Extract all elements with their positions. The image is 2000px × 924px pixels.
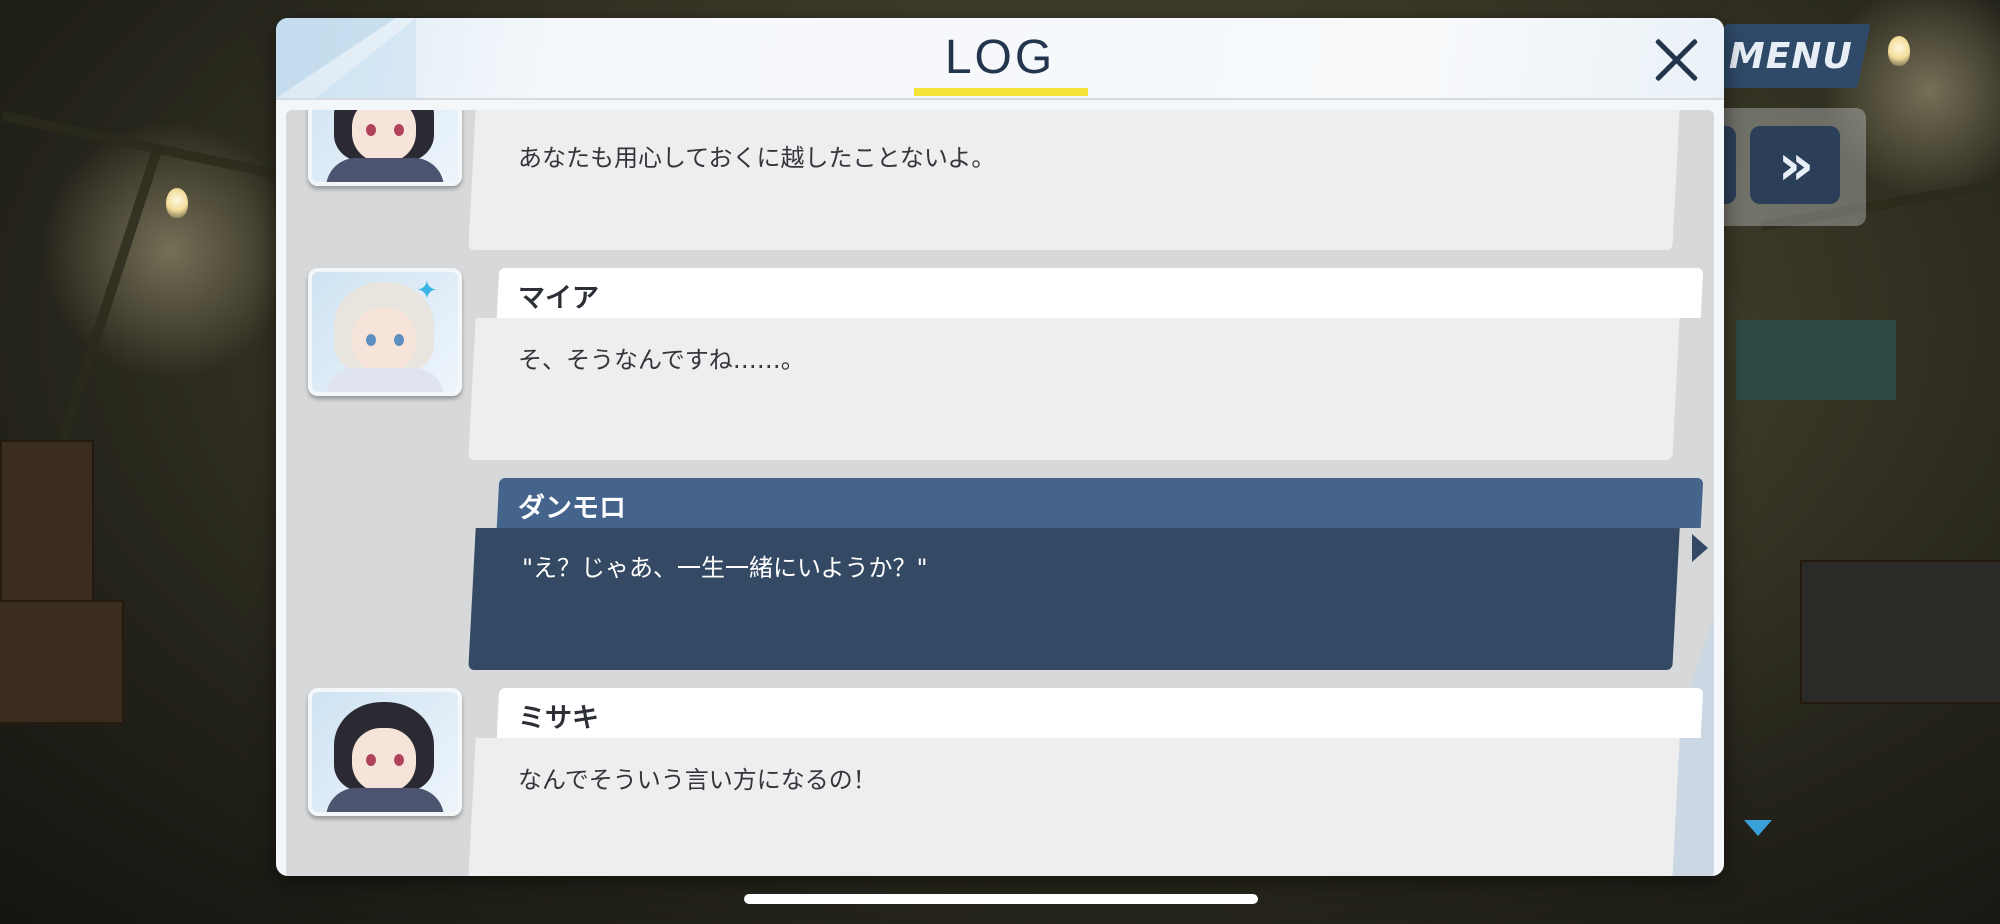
misaki-portrait	[308, 110, 462, 186]
message-text: あなたも用心しておくに越したことないよ。	[518, 144, 996, 172]
light-bulb	[166, 188, 188, 218]
speaker-name: マイア	[518, 283, 599, 314]
log-list[interactable]: あなたも用心しておくに越したことないよ。 ✦ マイア そ、そうなんですね……。 …	[286, 110, 1714, 876]
message-text: そ、そうなんですね……。	[518, 346, 805, 374]
message-bubble	[468, 110, 1680, 250]
lamp-glow	[40, 120, 300, 380]
bubble-pointer	[1692, 534, 1708, 562]
speaker-name: ミサキ	[518, 703, 599, 734]
home-indicator[interactable]	[744, 894, 1258, 904]
fast-forward-icon: »	[1777, 132, 1814, 198]
skip-button[interactable]: »	[1750, 126, 1840, 204]
next-indicator-icon	[1744, 820, 1772, 836]
log-modal: LOG あなたも用心しておくに越したことないよ。 ✦ マイア そ、そうなんですね…	[276, 18, 1724, 876]
message-text: "え？じゃあ、一生一緒にいようか？"	[522, 554, 928, 582]
speaker-name-tab	[496, 478, 1704, 528]
title-underline	[914, 88, 1088, 96]
message-bubble	[468, 738, 1680, 876]
speaker-name-tab	[496, 688, 1704, 738]
menu-label: MENU	[1729, 35, 1853, 77]
header-decoration	[316, 18, 416, 98]
message-text: なんでそういう言い方になるの！	[518, 766, 877, 794]
misaki-portrait	[308, 688, 462, 816]
log-header: LOG	[276, 18, 1724, 100]
equipment-box	[1800, 560, 2000, 704]
speaker-name-tab	[496, 268, 1704, 318]
crate	[0, 440, 94, 604]
log-title: LOG	[944, 31, 1056, 84]
halo-icon: ✦	[416, 276, 438, 306]
green-cloth	[1736, 320, 1896, 400]
maia-portrait: ✦	[308, 268, 462, 396]
speaker-name: ダンモロ	[518, 493, 626, 524]
menu-button[interactable]: MENU	[1711, 24, 1871, 88]
light-bulb	[1888, 36, 1910, 66]
close-icon[interactable]	[1646, 30, 1706, 90]
crate	[0, 600, 124, 724]
